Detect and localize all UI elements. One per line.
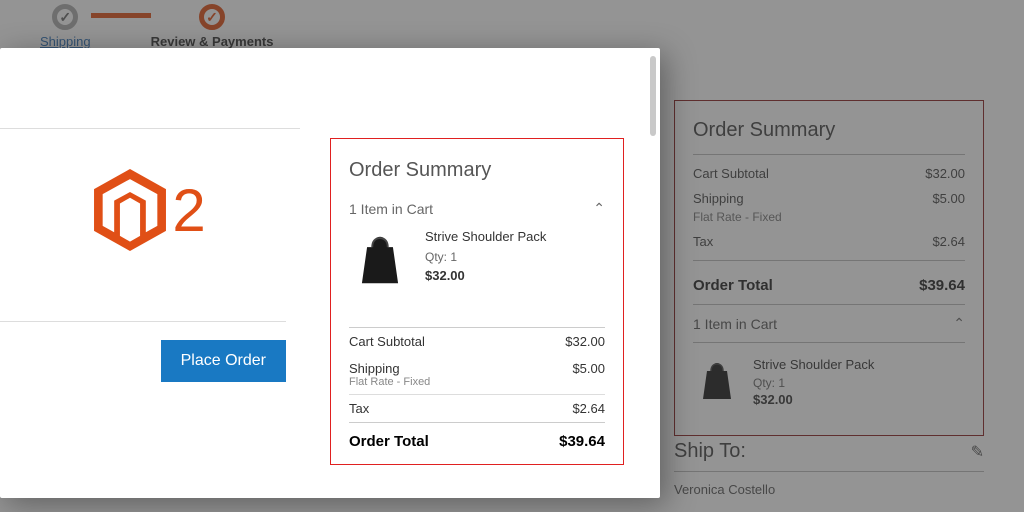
product-name: Strive Shoulder Pack bbox=[425, 229, 546, 244]
chevron-up-icon: ⌃ bbox=[593, 200, 605, 217]
checkout-panel: 2 Place Order Order Summary 1 Item in Ca… bbox=[0, 48, 660, 498]
shipping-value: $5.00 bbox=[572, 361, 605, 376]
subtotal-value: $32.00 bbox=[565, 334, 605, 349]
product-thumbnail bbox=[349, 229, 411, 291]
product-qty: Qty: 1 bbox=[425, 250, 546, 264]
cart-items-toggle[interactable]: 1 Item in Cart ⌃ bbox=[349, 196, 605, 229]
shipping-method: Flat Rate - Fixed bbox=[349, 376, 605, 394]
order-total-value: $39.64 bbox=[559, 433, 605, 450]
order-total-label: Order Total bbox=[349, 433, 429, 450]
logo-digit: 2 bbox=[172, 176, 205, 245]
order-summary-title: Order Summary bbox=[349, 159, 605, 182]
cart-items-count: 1 Item in Cart bbox=[349, 201, 433, 217]
scrollbar[interactable] bbox=[650, 56, 656, 136]
magento-hexagon-icon bbox=[94, 169, 166, 251]
place-order-button[interactable]: Place Order bbox=[161, 340, 286, 382]
cart-item: Strive Shoulder Pack Qty: 1 $32.00 bbox=[349, 229, 605, 327]
tax-label: Tax bbox=[349, 401, 369, 416]
shipping-label: Shipping bbox=[349, 361, 400, 376]
product-price: $32.00 bbox=[425, 268, 546, 283]
order-summary-foreground: Order Summary 1 Item in Cart ⌃ Strive Sh… bbox=[330, 138, 624, 465]
tax-value: $2.64 bbox=[572, 401, 605, 416]
magento-logo: 2 bbox=[94, 169, 205, 251]
subtotal-label: Cart Subtotal bbox=[349, 334, 425, 349]
